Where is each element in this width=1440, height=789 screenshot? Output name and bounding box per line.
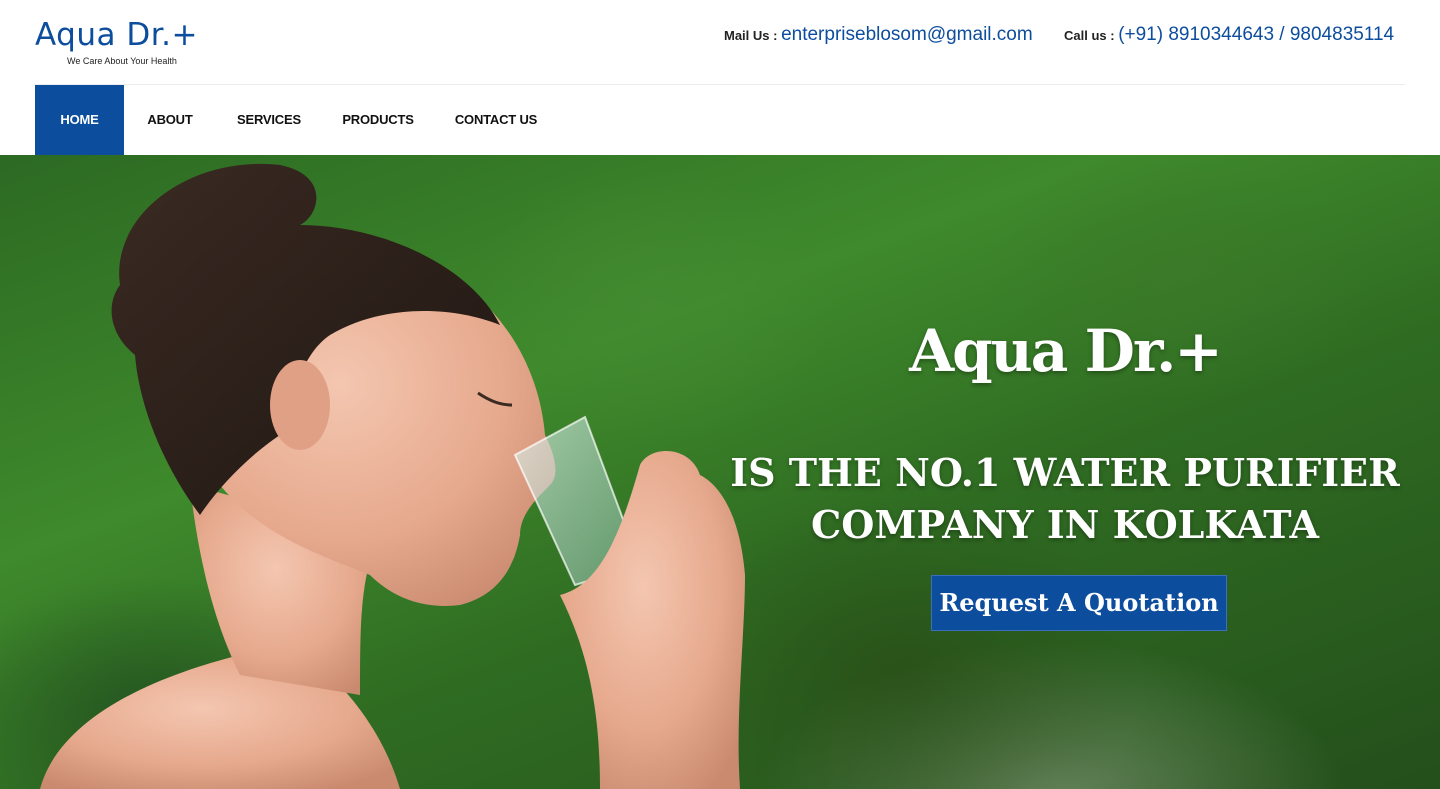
hero-tagline: IS THE NO.1 WATER PURIFIER COMPANY IN KO… xyxy=(730,447,1400,551)
hero-banner: Aqua Dr.+ IS THE NO.1 WATER PURIFIER COM… xyxy=(0,155,1440,789)
logo[interactable]: Aqua Dr.+ We Care About Your Health xyxy=(35,16,210,72)
mail-link[interactable]: enterpriseblosom@gmail.com xyxy=(781,24,1033,45)
hero-title: Aqua Dr.+ xyxy=(909,317,1223,385)
call-label: Call us : xyxy=(1064,28,1119,43)
nav-item-about[interactable]: ABOUT xyxy=(136,85,204,155)
mail-contact: Mail Us : enterpriseblosom@gmail.com xyxy=(724,24,1033,46)
call-contact: Call us : (+91) 8910344643 / 9804835114 xyxy=(1064,24,1394,46)
nav-item-services[interactable]: SERVICES xyxy=(230,85,308,155)
mail-label: Mail Us : xyxy=(724,28,782,43)
hero-tagline-line2: COMPANY IN KOLKATA xyxy=(811,502,1319,547)
logo-title: Aqua Dr.+ xyxy=(35,17,198,53)
main-nav: HOME ABOUT SERVICES PRODUCTS CONTACT US xyxy=(0,85,1440,155)
hero-tagline-line1: IS THE NO.1 WATER PURIFIER xyxy=(730,450,1400,495)
nav-item-home[interactable]: HOME xyxy=(35,85,124,155)
nav-item-contact-us[interactable]: CONTACT US xyxy=(452,85,540,155)
site-header: Aqua Dr.+ We Care About Your Health Mail… xyxy=(0,0,1440,84)
logo-tagline: We Care About Your Health xyxy=(67,56,177,66)
request-quotation-button[interactable]: Request A Quotation xyxy=(931,575,1227,631)
nav-item-products[interactable]: PRODUCTS xyxy=(338,85,418,155)
phone-link[interactable]: (+91) 8910344643 / 9804835114 xyxy=(1118,24,1394,45)
